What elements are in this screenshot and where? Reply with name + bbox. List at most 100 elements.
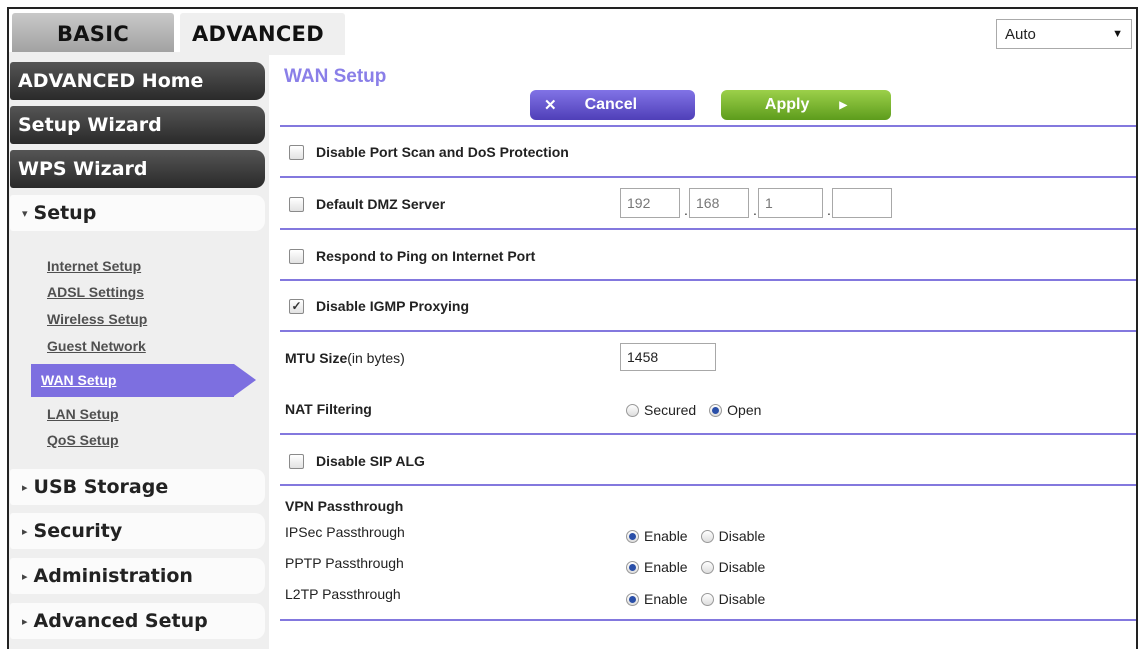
- sidebar-usb-storage-label: USB Storage: [33, 476, 169, 498]
- caret-down-icon: ▾: [22, 206, 28, 220]
- ipsec-enable-label: Enable: [644, 528, 688, 544]
- top-bar: BASIC ADVANCED Auto ▼: [9, 9, 1136, 55]
- divider: [280, 433, 1136, 435]
- language-select[interactable]: Auto ▼: [996, 19, 1132, 49]
- caret-right-icon: ▸: [22, 614, 28, 628]
- divider: [280, 619, 1136, 621]
- page-title: WAN Setup: [284, 66, 387, 87]
- nat-filtering-radio-group: Secured Open: [626, 402, 774, 418]
- sidebar-administration[interactable]: ▸ Administration: [10, 558, 265, 594]
- respond-ping-row: Respond to Ping on Internet Port: [289, 248, 535, 264]
- disable-igmp-row: ✓ Disable IGMP Proxying: [289, 298, 469, 314]
- dmz-ip-octet-3[interactable]: 1: [758, 188, 823, 218]
- cancel-button[interactable]: ✕ Cancel: [530, 90, 695, 120]
- sidebar-setup-label: Setup: [33, 202, 97, 224]
- vpn-passthrough-title: VPN Passthrough: [285, 498, 404, 514]
- nat-open-radio[interactable]: [709, 403, 723, 417]
- divider: [280, 330, 1136, 332]
- l2tp-disable-label: Disable: [718, 591, 766, 607]
- tab-advanced[interactable]: ADVANCED: [180, 13, 345, 55]
- sidebar-link-lan-setup[interactable]: LAN Setup: [47, 406, 119, 422]
- default-dmz-checkbox[interactable]: [289, 196, 304, 212]
- dmz-ip-octet-1[interactable]: 192: [620, 188, 680, 218]
- sidebar-wps-wizard[interactable]: WPS Wizard: [10, 150, 265, 188]
- caret-right-icon: ▸: [22, 524, 28, 538]
- disable-port-scan-row: Disable Port Scan and DoS Protection: [289, 144, 569, 160]
- nat-secured-radio[interactable]: [626, 403, 639, 417]
- apply-button-label: Apply: [764, 96, 810, 113]
- disable-port-scan-checkbox[interactable]: [289, 144, 304, 160]
- dmz-ip-octet-4[interactable]: [832, 188, 892, 218]
- sidebar-security-label: Security: [33, 520, 123, 542]
- pptp-passthrough-label: PPTP Passthrough: [285, 555, 404, 571]
- caret-right-icon: ▸: [22, 569, 28, 583]
- sidebar-setup-wizard[interactable]: Setup Wizard: [10, 106, 265, 144]
- pptp-enable-label: Enable: [644, 559, 688, 575]
- close-icon: ✕: [544, 97, 557, 114]
- sidebar-link-wan-setup[interactable]: WAN Setup: [31, 364, 256, 397]
- sidebar: ADVANCED Home Setup Wizard WPS Wizard ▾ …: [9, 52, 269, 649]
- sidebar-administration-label: Administration: [33, 565, 193, 587]
- divider: [280, 125, 1136, 127]
- pptp-disable-radio[interactable]: [700, 560, 714, 574]
- mtu-size-label: MTU Size(in bytes): [285, 350, 405, 366]
- sidebar-link-internet-setup[interactable]: Internet Setup: [47, 258, 141, 274]
- ipsec-passthrough-label: IPSec Passthrough: [285, 524, 405, 540]
- sidebar-advanced-home[interactable]: ADVANCED Home: [10, 62, 265, 100]
- tab-basic[interactable]: BASIC: [12, 13, 174, 55]
- ip-separator: .: [753, 202, 757, 218]
- default-dmz-row: Default DMZ Server: [289, 196, 445, 212]
- cancel-button-label: Cancel: [584, 96, 638, 113]
- sidebar-advanced-setup-label: Advanced Setup: [33, 610, 208, 632]
- mtu-size-label-text: MTU Size: [285, 350, 348, 366]
- disable-port-scan-label: Disable Port Scan and DoS Protection: [316, 144, 569, 160]
- ip-separator: .: [827, 202, 831, 218]
- active-arrow: [234, 364, 256, 396]
- pptp-radio-group: Enable Disable: [626, 559, 778, 575]
- language-select-value: Auto: [1005, 25, 1036, 43]
- l2tp-passthrough-label: L2TP Passthrough: [285, 586, 401, 602]
- sidebar-advanced-setup[interactable]: ▸ Advanced Setup: [10, 603, 265, 639]
- l2tp-radio-group: Enable Disable: [626, 591, 778, 607]
- disable-sip-label: Disable SIP ALG: [316, 453, 425, 469]
- sidebar-security[interactable]: ▸ Security: [10, 513, 265, 549]
- l2tp-enable-radio[interactable]: [626, 592, 639, 606]
- nat-filtering-label: NAT Filtering: [285, 401, 372, 417]
- apply-button[interactable]: Apply ▶: [721, 90, 891, 120]
- disable-igmp-checkbox[interactable]: ✓: [289, 298, 304, 314]
- disable-igmp-label: Disable IGMP Proxying: [316, 298, 470, 314]
- pptp-disable-label: Disable: [718, 559, 766, 575]
- chevron-down-icon: ▼: [1112, 28, 1123, 40]
- divider: [280, 176, 1136, 178]
- pptp-enable-radio[interactable]: [626, 560, 639, 574]
- divider: [280, 484, 1136, 486]
- divider: [280, 228, 1136, 230]
- sidebar-link-guest-network[interactable]: Guest Network: [47, 338, 146, 354]
- default-dmz-label: Default DMZ Server: [316, 196, 446, 212]
- sidebar-usb-storage[interactable]: ▸ USB Storage: [10, 469, 265, 505]
- caret-right-icon: ▸: [22, 480, 28, 494]
- ipsec-disable-radio[interactable]: [700, 529, 714, 543]
- disable-sip-checkbox[interactable]: [289, 453, 304, 469]
- respond-ping-checkbox[interactable]: [289, 248, 304, 264]
- sidebar-link-adsl-settings[interactable]: ADSL Settings: [47, 284, 144, 300]
- dmz-ip-octet-2[interactable]: 168: [689, 188, 749, 218]
- disable-sip-row: Disable SIP ALG: [289, 453, 425, 469]
- nat-secured-label: Secured: [644, 402, 697, 418]
- sidebar-setup[interactable]: ▾ Setup: [10, 195, 265, 231]
- l2tp-disable-radio[interactable]: [700, 592, 714, 606]
- respond-ping-label: Respond to Ping on Internet Port: [316, 248, 536, 264]
- main-content: WAN Setup ✕ Cancel Apply ▶ Disable Port …: [280, 52, 1136, 649]
- ipsec-enable-radio[interactable]: [626, 529, 639, 543]
- mtu-size-unit: (in bytes): [347, 350, 405, 366]
- divider: [280, 279, 1136, 281]
- mtu-size-input[interactable]: 1458: [620, 343, 716, 371]
- play-icon: ▶: [839, 99, 848, 111]
- ip-separator: .: [684, 202, 688, 218]
- ipsec-disable-label: Disable: [718, 528, 766, 544]
- sidebar-link-wan-setup-label: WAN Setup: [41, 372, 117, 388]
- sidebar-link-wireless-setup[interactable]: Wireless Setup: [47, 311, 147, 327]
- sidebar-link-qos-setup[interactable]: QoS Setup: [47, 432, 119, 448]
- ipsec-radio-group: Enable Disable: [626, 528, 778, 544]
- l2tp-enable-label: Enable: [644, 591, 688, 607]
